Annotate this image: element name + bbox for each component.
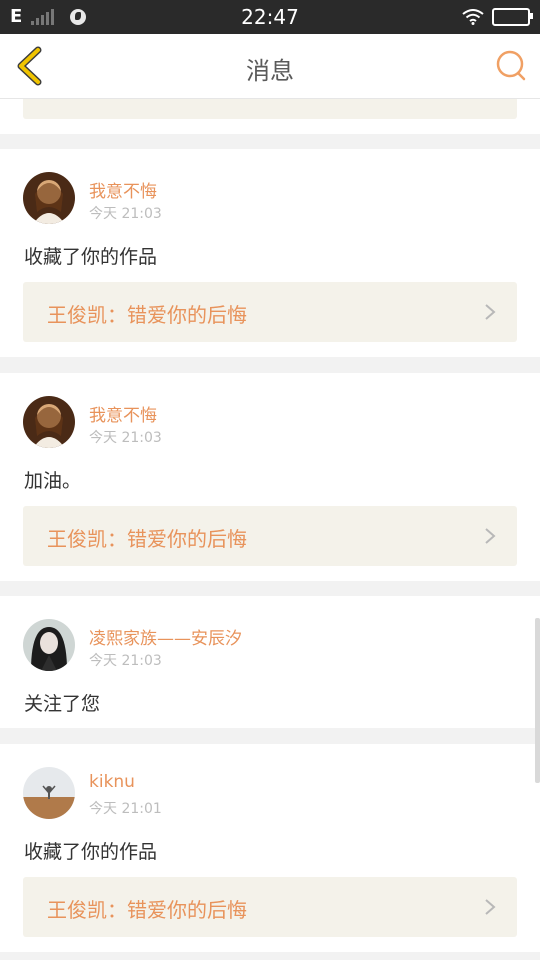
username[interactable]: 我意不悔: [89, 177, 157, 202]
message-text: 加油。: [24, 470, 82, 492]
message-card: 凌熙家族——安辰汐 今天 21:03 关注了您: [0, 596, 540, 728]
message-text: 关注了您: [24, 693, 101, 715]
clock: 22:47: [241, 5, 299, 29]
battery-icon: [492, 8, 533, 26]
timestamp: 今天 21:03: [89, 653, 162, 669]
avatar[interactable]: [23, 396, 75, 448]
scrollbar[interactable]: [535, 618, 540, 783]
search-icon[interactable]: [494, 48, 528, 82]
chevron-right-icon: [485, 304, 496, 320]
message-text: 收藏了你的作品: [24, 841, 158, 863]
work-title: 王俊凯：错爱你的后悔: [47, 303, 247, 327]
message-card-partial: [0, 99, 540, 134]
work-title: 王俊凯：错爱你的后悔: [47, 898, 247, 922]
avatar[interactable]: [23, 619, 75, 671]
timestamp: 今天 21:03: [89, 430, 162, 446]
chevron-right-icon: [485, 899, 496, 915]
username[interactable]: 我意不悔: [89, 401, 157, 426]
username[interactable]: kiknu: [89, 772, 135, 792]
work-link[interactable]: 王俊凯：错爱你的后悔: [23, 877, 517, 937]
wifi-icon: [462, 9, 484, 25]
message-text: 收藏了你的作品: [24, 246, 158, 268]
timestamp: 今天 21:01: [89, 801, 162, 817]
message-card: 我意不悔 今天 21:03 收藏了你的作品 王俊凯：错爱你的后悔: [0, 149, 540, 357]
nav-bar: 消息: [0, 34, 540, 99]
work-link[interactable]: 王俊凯：错爱你的后悔: [23, 282, 517, 342]
timestamp: 今天 21:03: [89, 206, 162, 222]
chevron-right-icon: [485, 528, 496, 544]
avatar[interactable]: [23, 172, 75, 224]
page-title: 消息: [246, 57, 294, 85]
message-list[interactable]: 我意不悔 今天 21:03 收藏了你的作品 王俊凯：错爱你的后悔 我意不悔 今天…: [0, 99, 540, 960]
avatar[interactable]: [23, 767, 75, 819]
work-link[interactable]: 王俊凯：错爱你的后悔: [23, 506, 517, 566]
work-title: 王俊凯：错爱你的后悔: [47, 527, 247, 551]
work-link-partial[interactable]: [23, 99, 517, 119]
username[interactable]: 凌熙家族——安辰汐: [89, 624, 242, 649]
status-bar: E 22:47: [0, 0, 540, 34]
message-card: kiknu 今天 21:01 收藏了你的作品 王俊凯：错爱你的后悔: [0, 744, 540, 952]
message-card: 我意不悔 今天 21:03 加油。 王俊凯：错爱你的后悔: [0, 373, 540, 581]
